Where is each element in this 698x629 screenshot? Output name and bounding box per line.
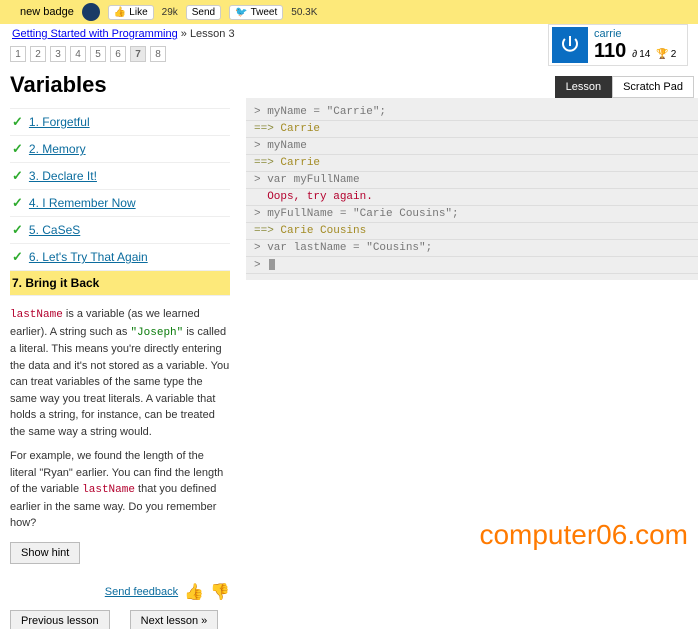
code-token: lastName <box>82 484 135 496</box>
next-lesson-button[interactable]: Next lesson » <box>130 610 219 629</box>
console-line: ==> Carie Cousins <box>246 223 698 240</box>
pager-page-6[interactable]: 6 <box>110 46 126 62</box>
thumb-icon: 👍 <box>114 7 126 18</box>
pager-page-1[interactable]: 1 <box>10 46 26 62</box>
user-trophies: 2 <box>671 49 677 60</box>
lesson-link[interactable]: 7. Bring it Back <box>12 276 99 290</box>
pager-page-7[interactable]: 7 <box>130 46 146 62</box>
tweet-count: 50.3K <box>291 7 317 18</box>
sidebar: Variables ✓ 1. Forgetful ✓ 2. Memory ✓ 3. Dec… <box>0 68 240 629</box>
lesson-list: ✓ 1. Forgetful ✓ 2. Memory ✓ 3. Declare It! ✓ 4… <box>10 108 230 296</box>
lesson-link[interactable]: 4. I Remember Now <box>29 196 136 210</box>
user-points: 110 <box>594 40 626 63</box>
fb-like-button[interactable]: 👍 Like <box>108 5 154 20</box>
code-token: "Joseph" <box>130 327 183 339</box>
check-icon: ✓ <box>12 168 23 184</box>
lesson-item[interactable]: ✓ 6. Let's Try That Again <box>10 244 230 271</box>
lesson-text: lastName is a variable (as we learned ea… <box>10 306 230 532</box>
streak-icon: ∂ <box>632 49 637 60</box>
thumb-up-icon[interactable]: 👍 <box>184 582 204 602</box>
lesson-item[interactable]: ✓ 3. Declare It! <box>10 163 230 190</box>
lesson-link[interactable]: 3. Declare It! <box>29 169 97 183</box>
console-line: ==> Carrie <box>246 121 698 138</box>
pager-page-4[interactable]: 4 <box>70 46 86 62</box>
code-token: lastName <box>10 309 63 321</box>
check-icon: ✓ <box>12 195 23 211</box>
lesson-item[interactable]: ✓ 4. I Remember Now <box>10 190 230 217</box>
trophy-icon: 🏆 <box>656 49 668 60</box>
user-name: carrie <box>594 28 684 40</box>
lesson-item[interactable]: ✓ 5. CaSeS <box>10 217 230 244</box>
avatar <box>552 27 588 63</box>
lesson-item[interactable]: ✓ 2. Memory <box>10 136 230 163</box>
pager-page-5[interactable]: 5 <box>90 46 106 62</box>
show-hint-button[interactable]: Show hint <box>10 542 80 564</box>
send-feedback-link[interactable]: Send feedback <box>105 586 178 598</box>
lesson-link[interactable]: 6. Let's Try That Again <box>29 250 148 264</box>
lesson-link[interactable]: 2. Memory <box>29 142 86 156</box>
console-line: > <box>246 257 698 274</box>
console-line: > var myFullName <box>246 172 698 189</box>
check-icon: ✓ <box>12 114 23 130</box>
check-icon: ✓ <box>12 222 23 238</box>
watermark: computer06.com <box>479 519 688 551</box>
thumb-down-icon[interactable]: 👎 <box>210 582 230 602</box>
lesson-link[interactable]: 5. CaSeS <box>29 223 80 237</box>
breadcrumb-course[interactable]: Getting Started with Programming <box>12 28 178 40</box>
like-count: 29k <box>162 7 178 18</box>
console[interactable]: > myName = "Carrie";==> Carrie> myName==… <box>246 98 698 280</box>
console-line: > myFullName = "Carie Cousins"; <box>246 206 698 223</box>
badge-icon <box>82 3 100 21</box>
page-title: Variables <box>10 72 230 98</box>
console-line: ==> Carrie <box>246 155 698 172</box>
power-icon <box>558 33 582 57</box>
console-line: > var lastName = "Cousins"; <box>246 240 698 257</box>
console-line: Oops, try again. <box>246 189 698 206</box>
breadcrumb-lesson: Lesson 3 <box>190 28 235 40</box>
top-bar: new badge 👍 Like 29k Send 🐦 Tweet 50.3K <box>0 0 698 24</box>
tab-scratch-pad[interactable]: Scratch Pad <box>612 76 694 98</box>
editor-tabs: Lesson Scratch Pad <box>555 76 694 98</box>
twitter-icon: 🐦 <box>235 7 247 18</box>
pager-page-3[interactable]: 3 <box>50 46 66 62</box>
pager-page-8[interactable]: 8 <box>150 46 166 62</box>
console-line: > myName <box>246 138 698 155</box>
user-badge[interactable]: carrie 110 ∂14 🏆2 <box>548 24 688 66</box>
user-streak: 14 <box>639 49 650 60</box>
check-icon: ✓ <box>12 249 23 265</box>
lesson-link[interactable]: 1. Forgetful <box>29 115 90 129</box>
pager-page-2[interactable]: 2 <box>30 46 46 62</box>
badge-label: new badge <box>20 6 74 18</box>
fb-send-button[interactable]: Send <box>186 5 221 20</box>
console-line: > myName = "Carrie"; <box>246 104 698 121</box>
tab-lesson[interactable]: Lesson <box>555 76 612 98</box>
check-icon: ✓ <box>12 141 23 157</box>
prev-lesson-button[interactable]: Previous lesson <box>10 610 110 629</box>
tweet-button[interactable]: 🐦 Tweet <box>229 5 283 20</box>
lesson-item[interactable]: 7. Bring it Back <box>10 271 230 296</box>
lesson-item[interactable]: ✓ 1. Forgetful <box>10 109 230 136</box>
